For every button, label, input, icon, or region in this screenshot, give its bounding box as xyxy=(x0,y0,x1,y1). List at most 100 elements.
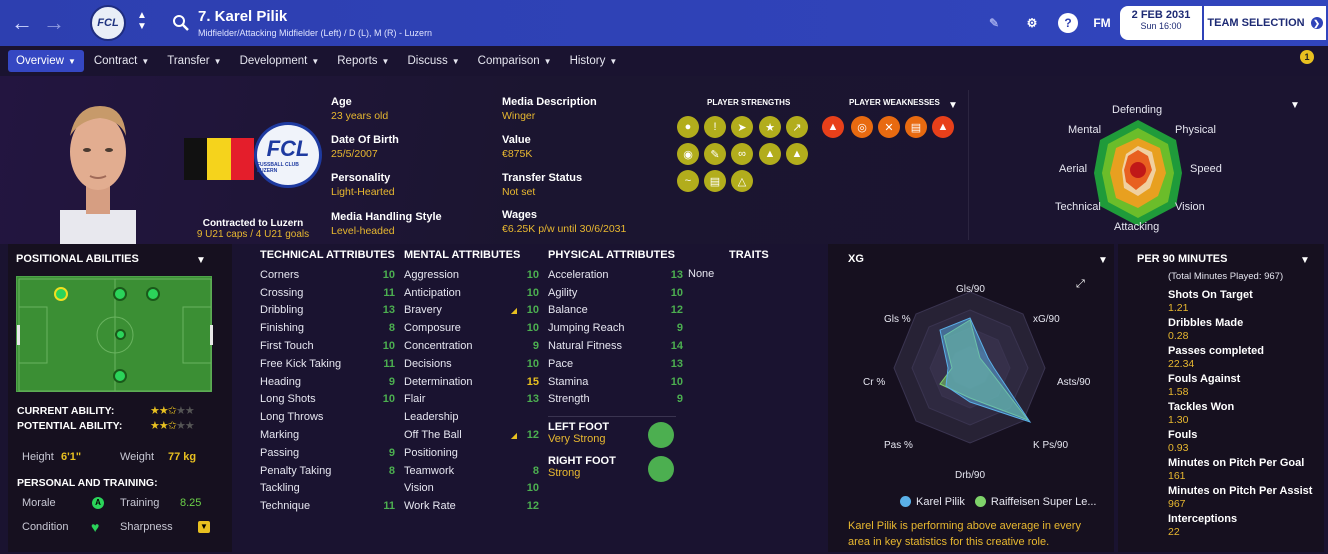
continue-box[interactable]: 2 FEB 2031 Sun 16:00 TEAM SELECTION ❯ xyxy=(1120,6,1326,40)
sharpness-icon[interactable]: ▼ xyxy=(198,521,210,533)
arrow-icon[interactable]: ↗ xyxy=(786,116,808,138)
flair-icon[interactable]: ∞ xyxy=(731,143,753,165)
attribute-row[interactable]: Strength 9 xyxy=(548,391,683,409)
attribute-row[interactable]: Natural Fitness 14 xyxy=(548,337,683,355)
position-dot-dl[interactable] xyxy=(146,287,160,301)
legend-swatch xyxy=(900,496,911,507)
flask-icon[interactable]: △ xyxy=(731,170,753,192)
attribute-value: 10 xyxy=(526,268,539,281)
radar-label-vision: Vision xyxy=(1175,201,1205,213)
attribute-row[interactable]: Pace 13 xyxy=(548,355,683,373)
attribute-row[interactable]: Crossing 11 xyxy=(260,284,395,302)
chevron-down-icon[interactable]: ▼ xyxy=(1098,255,1108,266)
tab-discuss[interactable]: Discuss ▼ xyxy=(399,50,467,72)
club-badge-icon[interactable]: FCL xyxy=(90,5,126,41)
tab-comparison[interactable]: Comparison ▼ xyxy=(470,50,560,72)
xg-label-asts90: Asts/90 xyxy=(1057,377,1091,388)
target-icon[interactable]: ◎ xyxy=(851,116,873,138)
chevron-down-icon[interactable]: ▼ xyxy=(1290,100,1300,111)
pitch-icon[interactable]: ▤ xyxy=(704,170,726,192)
tab-contract[interactable]: Contract ▼ xyxy=(86,50,157,72)
morale-icon[interactable]: A xyxy=(92,497,104,509)
tab-reports[interactable]: Reports ▼ xyxy=(329,50,397,72)
attribute-row[interactable]: Teamwork 8 xyxy=(404,462,539,480)
feet-icon[interactable]: ▲ xyxy=(759,143,781,165)
search-icon[interactable] xyxy=(172,14,190,32)
back-arrow-icon[interactable]: ← xyxy=(6,7,38,39)
attribute-row[interactable]: Vision 10 xyxy=(404,480,539,498)
tab-transfer[interactable]: Transfer ▼ xyxy=(159,50,229,72)
shot-icon[interactable]: ! xyxy=(704,116,726,138)
cone-ball-2-icon[interactable]: ▲ xyxy=(932,116,954,138)
attribute-row[interactable]: Aggression 10 xyxy=(404,266,539,284)
player-switch-arrows-icon[interactable]: ▲ ▼ xyxy=(136,10,148,32)
position-dot-mr[interactable] xyxy=(113,369,127,383)
attribute-row[interactable]: Agility 10 xyxy=(548,284,683,302)
attribute-row[interactable]: Balance 12 xyxy=(548,302,683,320)
attribute-row[interactable]: Determination 15 xyxy=(404,373,539,391)
per90-stat-name: Minutes on Pitch Per Goal xyxy=(1168,457,1305,469)
position-pitch[interactable] xyxy=(16,276,213,392)
attribute-row[interactable]: Passing 9 xyxy=(260,444,395,462)
attribute-row[interactable]: Acceleration 13 xyxy=(548,266,683,284)
forward-arrow-icon[interactable]: → xyxy=(38,7,70,39)
attribute-row[interactable]: Stamina 10 xyxy=(548,373,683,391)
fitness-icon[interactable]: ✎ xyxy=(704,143,726,165)
help-icon[interactable]: ? xyxy=(1058,13,1078,33)
attribute-row[interactable]: Leadership xyxy=(404,408,539,426)
attribute-row[interactable]: Flair 13 xyxy=(404,391,539,409)
position-dot-mc[interactable] xyxy=(115,329,126,340)
trophy-icon[interactable]: ⚙ xyxy=(1022,13,1042,33)
attribute-row[interactable]: Off The Ball 12 ◢ xyxy=(404,426,539,444)
tab-overview[interactable]: Overview ▼ xyxy=(8,50,84,72)
attribute-row[interactable]: Long Throws xyxy=(260,408,395,426)
tab-history[interactable]: History ▼ xyxy=(562,50,626,72)
attribute-row[interactable]: Decisions 10 xyxy=(404,355,539,373)
team-selection-button[interactable]: TEAM SELECTION ❯ xyxy=(1204,6,1326,40)
fm-menu-icon[interactable]: FM xyxy=(1090,13,1114,33)
player-title: 7. Karel Pilik xyxy=(198,8,288,25)
attribute-row[interactable]: Free Kick Taking 11 xyxy=(260,355,395,373)
attribute-row[interactable]: Dribbling 13 xyxy=(260,302,395,320)
chevron-down-icon[interactable]: ▼ xyxy=(1300,255,1310,266)
attribute-row[interactable]: Corners 10 xyxy=(260,266,395,284)
pass-icon[interactable]: ➤ xyxy=(731,116,753,138)
attribute-row[interactable]: Tackling xyxy=(260,480,395,498)
attribute-row[interactable]: Technique 11 xyxy=(260,497,395,515)
wave-icon[interactable]: ~ xyxy=(677,170,699,192)
tab-development[interactable]: Development ▼ xyxy=(232,50,328,72)
attribute-row[interactable]: Long Shots 10 xyxy=(260,391,395,409)
chevron-down-icon: ▼ xyxy=(381,57,390,66)
goal-icon[interactable]: ▤ xyxy=(905,116,927,138)
attribute-row[interactable]: First Touch 10 xyxy=(260,337,395,355)
attribute-row[interactable]: Marking xyxy=(260,426,395,444)
cone-icon[interactable]: ▲ xyxy=(786,143,808,165)
cone-ball-icon[interactable]: ▲ xyxy=(822,116,844,138)
attribute-row[interactable]: Heading 9 xyxy=(260,373,395,391)
notification-badge[interactable]: 1 xyxy=(1300,50,1314,64)
attribute-row[interactable]: Bravery 10 ◢ xyxy=(404,302,539,320)
position-dot-ml[interactable] xyxy=(113,287,127,301)
attribute-name: Passing xyxy=(260,446,300,459)
attribute-name: Leadership xyxy=(404,411,459,424)
attribute-row[interactable]: Anticipation 10 xyxy=(404,284,539,302)
club-logo[interactable]: FCL FUSSBALL CLUB LUZERN xyxy=(254,122,322,188)
attribute-value: 11 xyxy=(383,357,395,370)
attribute-row[interactable]: Work Rate 12 xyxy=(404,497,539,515)
dribble-icon[interactable]: ● xyxy=(677,116,699,138)
head-icon[interactable]: ◉ xyxy=(677,143,699,165)
condition-heart-icon[interactable]: ♥ xyxy=(91,519,99,535)
tackle-icon[interactable]: ✕ xyxy=(878,116,900,138)
edit-icon[interactable]: ✎ xyxy=(984,13,1004,33)
attribute-row[interactable]: Composure 10 xyxy=(404,319,539,337)
position-dot-aml[interactable] xyxy=(54,287,68,301)
attribute-row[interactable]: Concentration 9 xyxy=(404,337,539,355)
legend-swatch xyxy=(974,496,986,507)
attribute-row[interactable]: Finishing 8 xyxy=(260,319,395,337)
star-icon[interactable]: ★ xyxy=(759,116,781,138)
attribute-row[interactable]: Penalty Taking 8 xyxy=(260,462,395,480)
chevron-down-icon[interactable]: ▼ xyxy=(948,100,958,111)
chevron-down-icon[interactable]: ▼ xyxy=(196,255,206,266)
attribute-row[interactable]: Jumping Reach 9 xyxy=(548,319,683,337)
attribute-row[interactable]: Positioning xyxy=(404,444,539,462)
